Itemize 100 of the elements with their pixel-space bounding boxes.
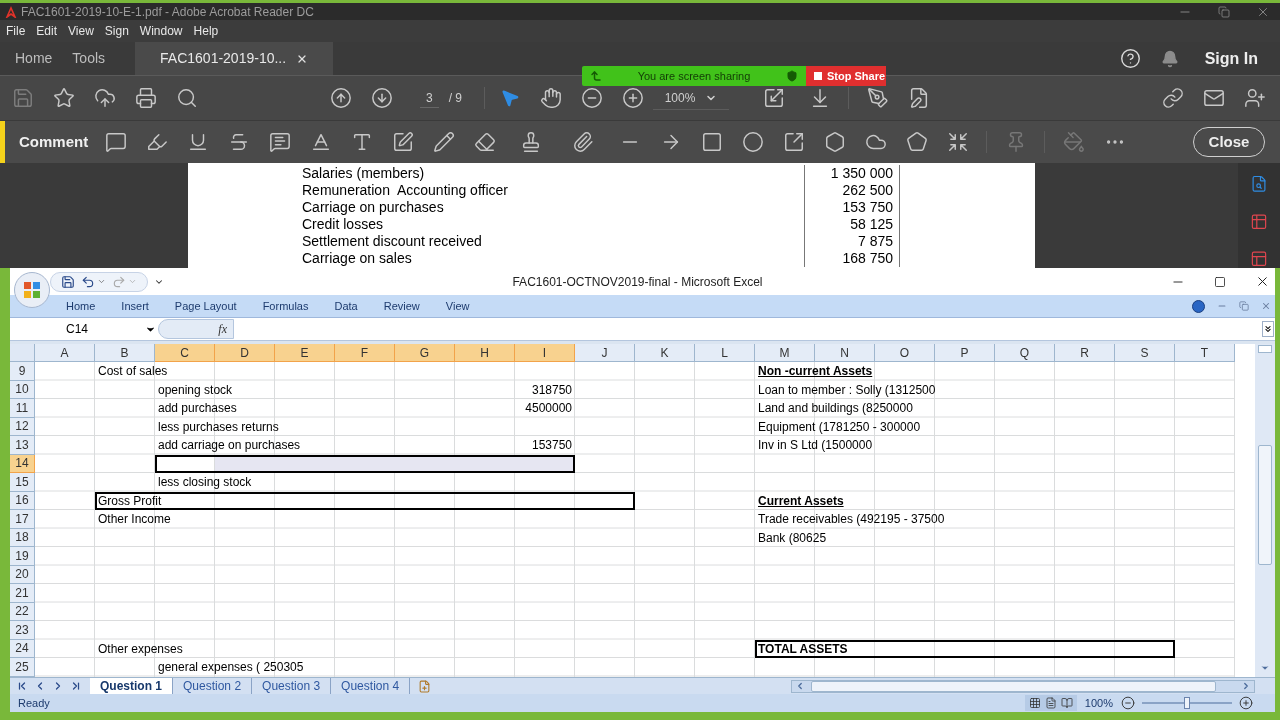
insert-function-button[interactable]: fx xyxy=(158,319,234,339)
vertical-scrollbar[interactable] xyxy=(1255,344,1275,677)
stamp-icon[interactable] xyxy=(520,131,542,153)
next-page-icon[interactable] xyxy=(370,87,393,109)
pen-nib-icon[interactable] xyxy=(866,87,889,109)
tab[interactable]: Tools xyxy=(62,42,116,75)
horizontal-scrollbar[interactable] xyxy=(791,679,1255,693)
column-header[interactable]: K xyxy=(635,344,695,362)
eraser-icon[interactable] xyxy=(473,131,496,153)
ribbon-tab[interactable]: Data xyxy=(334,297,358,315)
tab[interactable]: FAC1601-2019-10... xyxy=(135,42,334,75)
previous-page-icon[interactable] xyxy=(329,87,352,109)
search-icon[interactable] xyxy=(175,87,198,109)
row-header[interactable]: 13 xyxy=(10,436,35,455)
ribbon-tab[interactable]: Insert xyxy=(121,297,149,315)
sticky-note-icon[interactable] xyxy=(104,131,127,153)
column-header[interactable]: E xyxy=(275,344,335,362)
close-icon[interactable] xyxy=(1255,274,1270,289)
last-sheet-icon[interactable] xyxy=(70,680,82,692)
highlighter-icon[interactable] xyxy=(145,131,168,153)
column-header[interactable]: R xyxy=(1055,344,1115,362)
save-icon[interactable] xyxy=(61,274,75,289)
menu-item[interactable]: View xyxy=(68,22,94,40)
column-header[interactable]: N xyxy=(815,344,875,362)
row-header[interactable]: 19 xyxy=(10,547,35,566)
row-header[interactable]: 17 xyxy=(10,510,35,529)
print-icon[interactable] xyxy=(134,87,157,109)
row-header[interactable]: 21 xyxy=(10,584,35,603)
row-header[interactable]: 25 xyxy=(10,658,35,677)
row-header[interactable]: 9 xyxy=(10,362,35,381)
column-header[interactable]: H xyxy=(455,344,515,362)
callout-icon[interactable] xyxy=(782,131,805,153)
panel-icon[interactable] xyxy=(1249,250,1269,268)
star-icon[interactable] xyxy=(52,87,75,109)
column-header[interactable]: L xyxy=(695,344,755,362)
polyline-icon[interactable] xyxy=(905,131,928,153)
first-sheet-icon[interactable] xyxy=(16,680,28,692)
rectangle-icon[interactable] xyxy=(700,131,723,153)
zoom-slider-thumb[interactable] xyxy=(1184,697,1190,709)
page-break-view-icon[interactable] xyxy=(1060,697,1073,709)
zoom-slider[interactable] xyxy=(1139,696,1235,710)
column-header[interactable]: F xyxy=(335,344,395,362)
paperclip-icon[interactable] xyxy=(572,131,594,153)
ribbon-tab[interactable]: View xyxy=(445,297,470,315)
column-header[interactable]: Q xyxy=(995,344,1055,362)
page-fit-icon[interactable] xyxy=(763,87,785,109)
sheet-tab[interactable]: Question 1 xyxy=(90,677,173,695)
shrink-icon[interactable] xyxy=(946,131,969,153)
ribbon-tab[interactable]: Formulas xyxy=(262,297,309,315)
column-header[interactable]: J xyxy=(575,344,635,362)
ribbon-tab[interactable]: Review xyxy=(383,297,420,315)
column-header[interactable]: D xyxy=(215,344,275,362)
ribbon-tab[interactable]: Page Layout xyxy=(174,297,237,315)
scroll-right-icon[interactable] xyxy=(1241,681,1251,691)
add-user-icon[interactable] xyxy=(1243,87,1266,109)
row-header[interactable]: 11 xyxy=(10,399,35,418)
restore-icon[interactable] xyxy=(1218,5,1230,18)
row-header[interactable]: 15 xyxy=(10,473,35,492)
column-header[interactable]: G xyxy=(395,344,455,362)
column-header[interactable]: P xyxy=(935,344,995,362)
scroll-down-icon[interactable] xyxy=(1260,663,1270,673)
horizontal-scrollbar-thumb[interactable] xyxy=(811,680,1217,692)
column-header[interactable]: O xyxy=(875,344,935,362)
menu-item[interactable]: Help xyxy=(193,22,219,40)
cloud-upload-icon[interactable] xyxy=(93,87,116,109)
scrollbar-thumb[interactable] xyxy=(1258,445,1272,565)
page-layout-view-icon[interactable] xyxy=(1044,697,1057,709)
stop-share-button[interactable]: Stop Share xyxy=(806,66,886,86)
undo-icon[interactable] xyxy=(81,274,95,289)
zoom-in-icon[interactable] xyxy=(1239,696,1253,710)
column-header[interactable]: I xyxy=(515,344,575,362)
normal-view-icon[interactable] xyxy=(1028,697,1041,709)
polygon-icon[interactable] xyxy=(823,131,846,153)
row-header[interactable]: 23 xyxy=(10,621,35,640)
text-box-icon[interactable] xyxy=(391,131,414,153)
document-search-icon[interactable] xyxy=(1249,175,1269,193)
ribbon-tab[interactable]: Home xyxy=(66,297,96,315)
menu-item[interactable]: File xyxy=(6,22,26,40)
menu-item[interactable]: Window xyxy=(139,22,183,40)
page-number-field[interactable]: 3 xyxy=(420,88,439,108)
column-header[interactable]: A xyxy=(35,344,95,362)
column-header[interactable]: B xyxy=(95,344,155,362)
insert-sheet-icon[interactable] xyxy=(418,679,432,693)
bell-icon[interactable] xyxy=(1160,49,1179,68)
zoom-out-icon[interactable] xyxy=(1121,696,1135,710)
column-header[interactable]: T xyxy=(1175,344,1235,362)
help-icon[interactable] xyxy=(1192,299,1205,313)
name-box[interactable]: C14 xyxy=(12,319,158,339)
menu-item[interactable]: Sign xyxy=(104,22,129,40)
link-icon[interactable] xyxy=(1161,87,1184,109)
pencil-icon[interactable] xyxy=(432,131,455,153)
circle-icon[interactable] xyxy=(741,131,764,153)
table-icon[interactable] xyxy=(1249,212,1269,231)
sign-in-link[interactable]: Sign In xyxy=(1204,46,1258,71)
hand-icon[interactable] xyxy=(539,87,562,109)
column-header[interactable]: S xyxy=(1115,344,1175,362)
menu-item[interactable]: Edit xyxy=(36,22,58,40)
mail-icon[interactable] xyxy=(1202,87,1225,109)
column-header[interactable]: M xyxy=(755,344,815,362)
column-header[interactable]: C xyxy=(155,344,215,362)
